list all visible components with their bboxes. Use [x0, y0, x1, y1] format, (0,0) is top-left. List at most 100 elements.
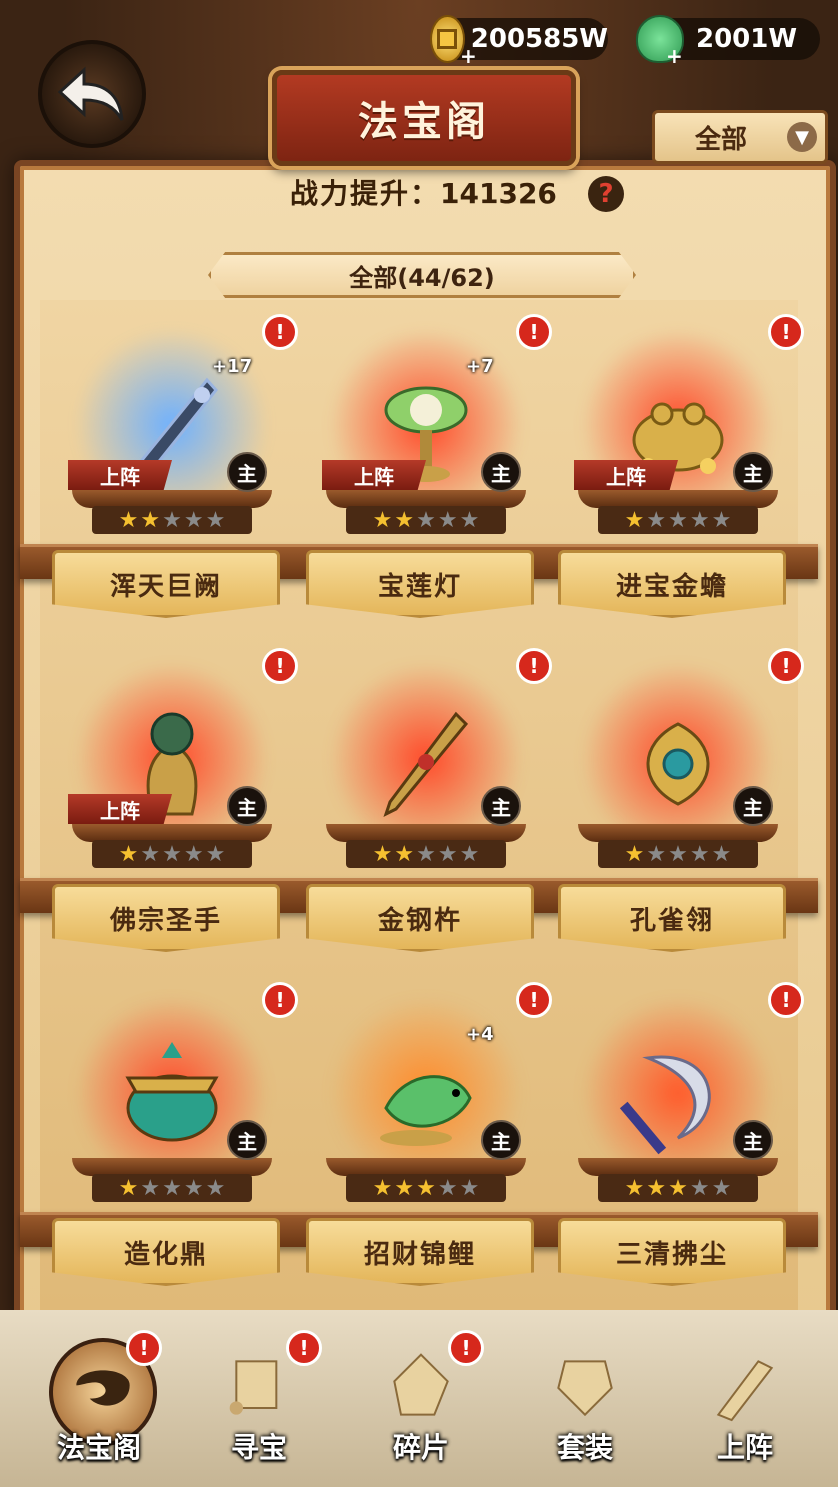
- star-icon: ★: [437, 841, 458, 867]
- item-nameplate: 三清拂尘: [558, 1218, 786, 1286]
- star-rating: ★ ★ ★ ★ ★: [92, 1174, 252, 1202]
- deployed-badge: 上阵: [574, 460, 678, 490]
- treasure-item[interactable]: ! 主 ★ ★ ★ ★ ★ 三清拂尘: [558, 978, 804, 1308]
- star-icon: ★: [689, 507, 710, 533]
- star-icon: ★: [668, 841, 688, 867]
- power-increase: 战力提升：141326: [290, 172, 557, 212]
- star-icon: ★: [711, 1175, 732, 1201]
- treasure-item[interactable]: ! 上阵 主 ★ ★ ★ ★ ★ 进宝金蟾: [558, 310, 804, 640]
- nav-label: 法宝阁: [56, 1431, 141, 1464]
- star-icon: ★: [183, 1175, 204, 1201]
- item-name: 金钢杵: [377, 905, 462, 936]
- peacock-feather-icon: [618, 704, 738, 824]
- treasure-item[interactable]: ! 上阵主 ★ ★ ★ ★ ★ 佛宗圣手: [52, 644, 298, 974]
- star-icon: ★: [689, 841, 710, 867]
- main-badge: 主: [481, 1120, 521, 1160]
- star-icon: ★: [624, 1175, 645, 1201]
- star-icon: ★: [646, 507, 667, 533]
- star-icon: ★: [162, 841, 182, 867]
- star-icon: ★: [205, 507, 226, 533]
- nav-label: 上阵: [716, 1431, 773, 1464]
- nav-label: 套装: [556, 1431, 613, 1464]
- star-icon: ★: [459, 841, 480, 867]
- treasure-item[interactable]: ! 主 ★ ★ ★ ★ ★ 孔雀翎: [558, 644, 804, 974]
- help-button[interactable]: ?: [588, 176, 624, 212]
- alert-icon: !: [768, 314, 804, 350]
- star-icon: ★: [711, 507, 732, 533]
- treasure-item[interactable]: ! 主 ★ ★ ★ ★ ★ 造化鼎: [52, 978, 298, 1308]
- star-icon: ★: [372, 841, 393, 867]
- coin-amount: 200585W: [470, 24, 608, 54]
- star-rating: ★ ★ ★ ★ ★: [598, 506, 758, 534]
- alert-icon: !: [126, 1330, 162, 1366]
- alert-icon: !: [516, 648, 552, 684]
- alert-icon: !: [516, 314, 552, 350]
- coin-currency[interactable]: + 200585W: [430, 15, 608, 68]
- power-label: 战力提升：: [290, 177, 441, 210]
- star-rating: ★ ★ ★ ★ ★: [598, 1174, 758, 1202]
- star-icon: ★: [372, 1175, 393, 1201]
- item-nameplate: 进宝金蟾: [558, 550, 786, 618]
- star-rating: ★ ★ ★ ★ ★: [598, 840, 758, 868]
- nav-scroll[interactable]: 寻宝!: [194, 1330, 324, 1470]
- star-icon: ★: [394, 1175, 415, 1201]
- star-icon: ★: [437, 507, 458, 533]
- star-rating: ★ ★ ★ ★ ★: [346, 840, 506, 868]
- filter-dropdown[interactable]: 全部 ▼: [652, 110, 828, 164]
- star-icon: ★: [711, 841, 732, 867]
- star-icon: ★: [118, 841, 139, 867]
- alert-icon: !: [262, 982, 298, 1018]
- star-icon: ★: [205, 1175, 226, 1201]
- star-icon: ★: [459, 1175, 480, 1201]
- item-nameplate: 金钢杵: [306, 884, 534, 952]
- deployed-badge: 上阵: [322, 460, 426, 490]
- star-rating: ★ ★ ★ ★ ★: [346, 506, 506, 534]
- main-badge: 主: [733, 452, 773, 492]
- jade-currency[interactable]: + 2001W: [636, 15, 820, 68]
- treasure-item[interactable]: ! +17 上阵主 ★ ★ ★ ★ ★ 浑天巨阙: [52, 310, 298, 640]
- star-icon: ★: [140, 841, 161, 867]
- treasure-item[interactable]: ! +7 上阵主 ★ ★ ★ ★ ★ 宝莲灯: [306, 310, 552, 640]
- star-icon: ★: [646, 841, 667, 867]
- item-name: 三清拂尘: [615, 1239, 728, 1270]
- star-icon: ★: [689, 1175, 710, 1201]
- star-rating: ★ ★ ★ ★ ★: [92, 506, 252, 534]
- star-icon: ★: [205, 841, 226, 867]
- star-rating: ★ ★ ★ ★ ★: [92, 840, 252, 868]
- item-nameplate: 浑天巨阙: [52, 550, 280, 618]
- add-coin-icon[interactable]: +: [460, 44, 477, 68]
- item-name: 进宝金蟾: [615, 571, 728, 602]
- star-icon: ★: [624, 841, 645, 867]
- treasure-item[interactable]: ! +4 主 ★ ★ ★ ★ ★ 招财锦鲤: [306, 978, 552, 1308]
- alert-icon: !: [768, 982, 804, 1018]
- nav-deploy[interactable]: 上阵: [680, 1330, 810, 1470]
- star-icon: ★: [140, 1175, 161, 1201]
- help-icon: ?: [598, 179, 614, 209]
- nav-armor-set[interactable]: 套装: [520, 1330, 650, 1470]
- back-button[interactable]: [38, 40, 146, 148]
- treasure-item[interactable]: ! 主 ★ ★ ★ ★ ★ 金钢杵: [306, 644, 552, 974]
- main-badge: 主: [481, 452, 521, 492]
- add-jade-icon[interactable]: +: [666, 44, 683, 68]
- filter-selected: 全部: [694, 124, 747, 155]
- title-plate: 法宝阁: [272, 70, 576, 166]
- star-icon: ★: [162, 507, 182, 533]
- star-icon: ★: [162, 1175, 182, 1201]
- back-arrow-icon: [57, 66, 124, 121]
- armor-set-icon: [535, 1338, 635, 1438]
- main-badge: 主: [733, 786, 773, 826]
- nav-label: 寻宝: [230, 1431, 287, 1464]
- star-icon: ★: [646, 1175, 667, 1201]
- item-nameplate: 招财锦鲤: [306, 1218, 534, 1286]
- main-badge: 主: [481, 786, 521, 826]
- main-badge: 主: [733, 1120, 773, 1160]
- nav-fragment[interactable]: 碎片!: [356, 1330, 486, 1470]
- category-banner: 全部(44/62): [208, 252, 636, 298]
- item-name: 招财锦鲤: [363, 1239, 476, 1270]
- star-icon: ★: [183, 841, 204, 867]
- star-icon: ★: [140, 507, 161, 533]
- nav-treasure-pavilion[interactable]: 法宝阁!: [34, 1330, 164, 1470]
- star-icon: ★: [416, 507, 436, 533]
- star-icon: ★: [437, 1175, 458, 1201]
- category-count: 全部(44/62): [349, 263, 495, 292]
